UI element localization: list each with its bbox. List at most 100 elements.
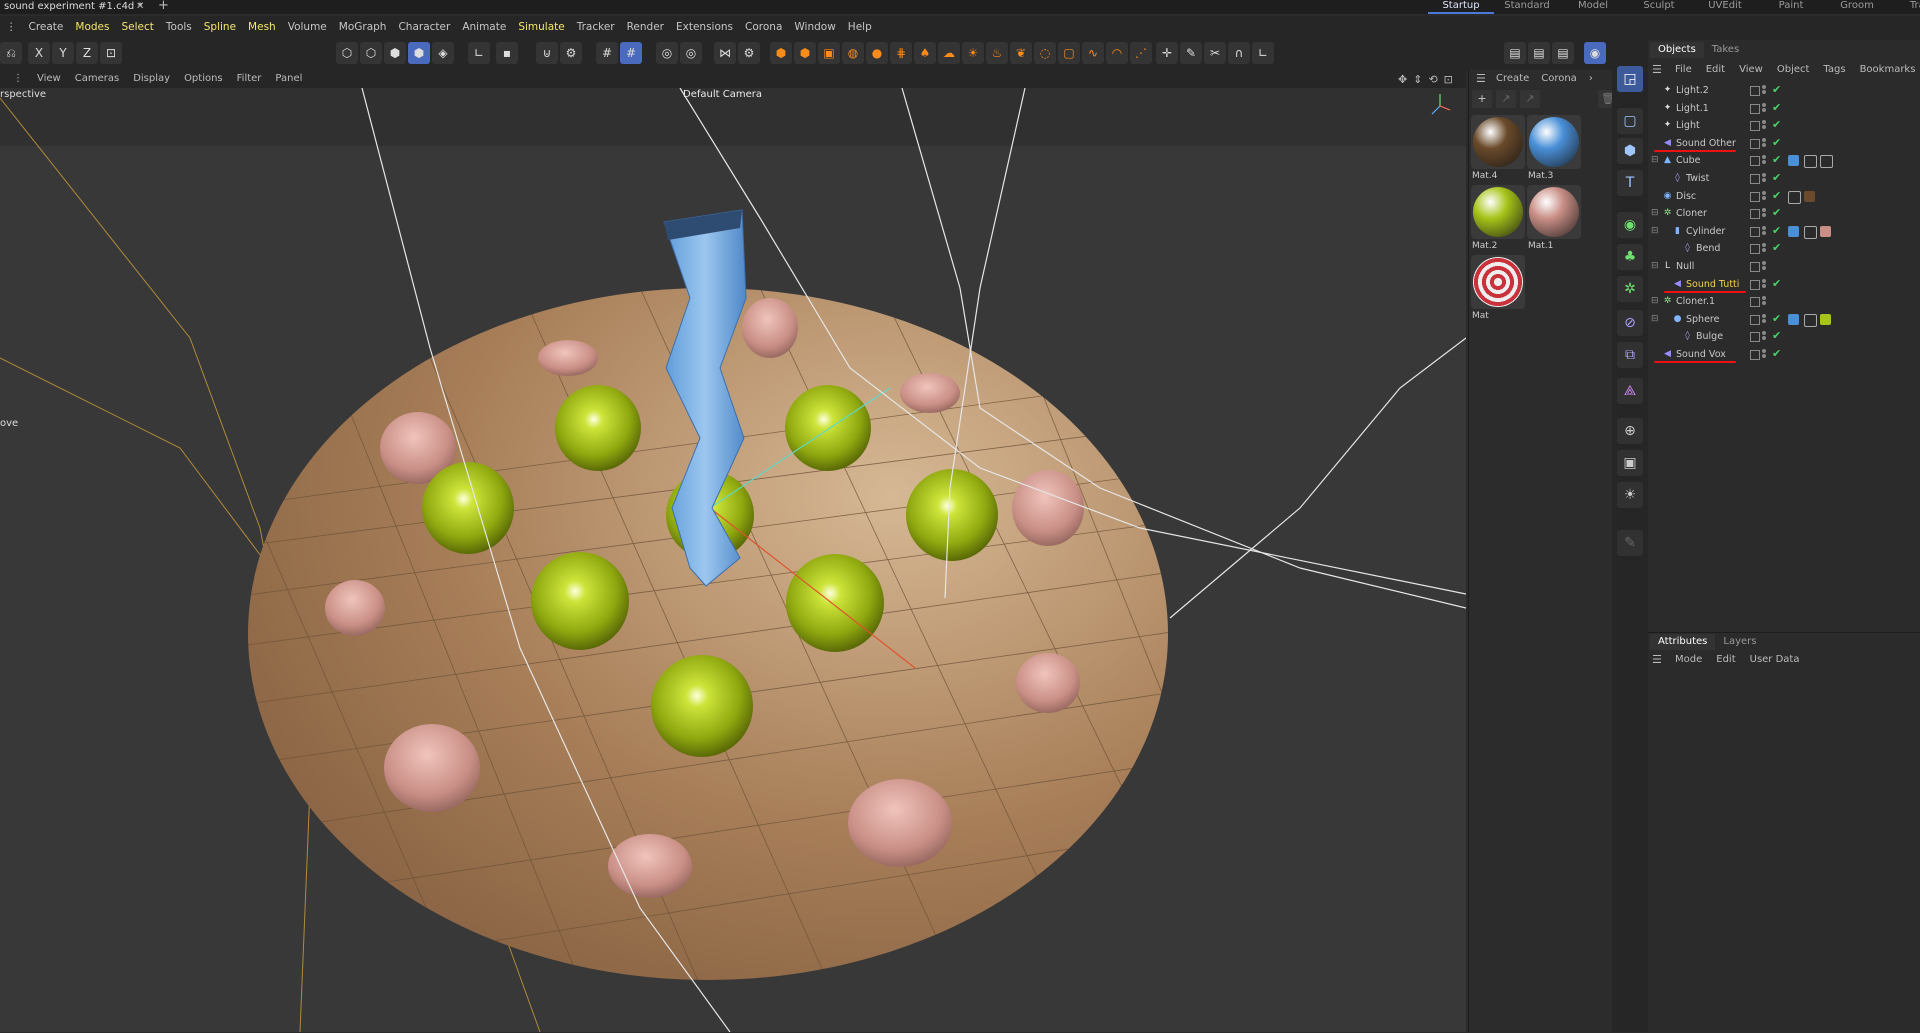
tag-icon[interactable] xyxy=(1788,190,1801,204)
layer-icon[interactable] xyxy=(1750,262,1760,272)
object-row-light-1[interactable]: ✦ Light.1 ✔ xyxy=(1650,101,1920,118)
material-swatch[interactable] xyxy=(1471,185,1525,239)
tag-icon[interactable] xyxy=(1788,313,1799,325)
layout-tab-track[interactable]: Track xyxy=(1890,0,1920,14)
brush-icon[interactable]: ✎ xyxy=(1180,42,1202,64)
axis-y-button[interactable]: Y xyxy=(52,42,74,64)
object-menu-file[interactable]: File xyxy=(1668,62,1699,78)
object-menu-edit[interactable]: Edit xyxy=(1699,62,1732,78)
enabled-check-icon[interactable]: ✔ xyxy=(1772,83,1781,96)
menu-mesh[interactable]: Mesh xyxy=(242,16,282,38)
menu-tools[interactable]: Tools xyxy=(160,16,198,38)
link-icon[interactable]: ↗ xyxy=(1496,90,1516,108)
arc-icon[interactable]: ◠ xyxy=(1106,42,1128,64)
spline-pen-icon[interactable]: ∿ xyxy=(1082,42,1104,64)
axis-mode-icon[interactable]: ∟ xyxy=(468,42,490,64)
enabled-check-icon[interactable]: ✔ xyxy=(1772,136,1781,149)
coordinate-system-icon[interactable]: ⊡ xyxy=(100,42,122,64)
material-menu-create[interactable]: Create xyxy=(1490,70,1535,88)
camera-object-icon[interactable]: ▣ xyxy=(818,42,840,64)
menu-tracker[interactable]: Tracker xyxy=(571,16,621,38)
enabled-check-icon[interactable]: ✔ xyxy=(1772,101,1781,114)
visibility-dots[interactable] xyxy=(1762,102,1766,115)
viewport-nav-icons[interactable]: ✥ ⇕ ⟲ ⊡ xyxy=(1398,70,1453,88)
settings-icon[interactable]: ⚙ xyxy=(738,42,760,64)
object-menu-tags[interactable]: Tags xyxy=(1816,62,1852,78)
layout-tab-uvedit[interactable]: UVEdit xyxy=(1692,0,1758,14)
expand-icon[interactable]: ⊟ xyxy=(1651,226,1659,236)
expand-icon[interactable]: ⊟ xyxy=(1651,261,1659,271)
visibility-dots[interactable] xyxy=(1762,349,1766,361)
tab-attributes[interactable]: Attributes xyxy=(1650,634,1716,650)
layer-icon[interactable] xyxy=(1750,244,1760,255)
grid-icon[interactable]: # xyxy=(596,42,618,64)
render-region-icon[interactable]: ◎ xyxy=(656,42,678,64)
material-swatch[interactable] xyxy=(1527,115,1581,169)
tab-objects[interactable]: Objects xyxy=(1650,42,1704,58)
dotted-spline-icon[interactable]: ⋰ xyxy=(1130,42,1152,64)
viewport-menu-cameras[interactable]: Cameras xyxy=(68,70,126,88)
add-material-icon[interactable]: + xyxy=(1472,90,1492,108)
hamburger-icon[interactable]: ☰ xyxy=(1476,70,1486,88)
close-document-icon[interactable]: ✕ xyxy=(136,0,144,14)
object-row-cloner-1[interactable]: ⊟ ✲ Cloner.1 xyxy=(1650,294,1920,311)
cloud-icon[interactable]: ☁ xyxy=(938,42,960,64)
spot-icon[interactable]: ● xyxy=(866,42,888,64)
layer-icon[interactable] xyxy=(1750,279,1760,290)
more-icon[interactable]: › xyxy=(1583,70,1599,88)
tag-icon[interactable] xyxy=(1788,225,1799,237)
camera-tool-icon[interactable]: ⟁ xyxy=(1617,378,1643,404)
leaf-icon[interactable]: ❦ xyxy=(1010,42,1032,64)
array-icon[interactable]: ⋕ xyxy=(890,42,912,64)
bezier-icon[interactable]: ∩ xyxy=(1228,42,1250,64)
layer-icon[interactable] xyxy=(1750,350,1760,360)
menu-spline[interactable]: Spline xyxy=(198,16,242,38)
attribute-menu-edit[interactable]: Edit xyxy=(1709,652,1742,668)
enable-snap-icon[interactable]: ⊍ xyxy=(536,42,558,64)
menu-extensions[interactable]: Extensions xyxy=(670,16,739,38)
layer-icon[interactable] xyxy=(1750,332,1760,343)
workplane-icon[interactable]: # xyxy=(620,42,642,64)
tag-icon[interactable] xyxy=(1804,225,1817,239)
unlink-icon[interactable]: ↗ xyxy=(1520,90,1540,108)
object-menu-view[interactable]: View xyxy=(1732,62,1770,78)
layer-icon[interactable] xyxy=(1750,174,1760,184)
layout-tab-model[interactable]: Model xyxy=(1560,0,1626,14)
tag-icon[interactable] xyxy=(1804,190,1815,202)
visibility-dots[interactable] xyxy=(1762,85,1766,97)
box-icon[interactable]: ▢ xyxy=(1058,42,1080,64)
hamburger-icon[interactable]: ☰ xyxy=(1652,62,1662,78)
render-settings-icon[interactable]: ▤ xyxy=(1552,42,1574,64)
viewport-menu-filter[interactable]: Filter xyxy=(230,70,269,88)
object-mode-icon[interactable]: ◲ xyxy=(1617,66,1643,92)
visibility-dots[interactable] xyxy=(1762,137,1766,150)
menu-simulate[interactable]: Simulate xyxy=(512,16,570,38)
layout-tab-groom[interactable]: Groom xyxy=(1824,0,1890,14)
menu-corona[interactable]: Corona xyxy=(739,16,788,38)
mograph-icon[interactable]: ♣ xyxy=(1617,244,1643,270)
enabled-check-icon[interactable]: ✔ xyxy=(1772,329,1781,342)
object-row-cylinder[interactable]: ⊟ ▮ Cylinder ✔ xyxy=(1650,224,1920,241)
paint-icon[interactable]: ✎ xyxy=(1617,530,1643,556)
flame-icon[interactable]: ♨ xyxy=(986,42,1008,64)
expand-icon[interactable]: ⊟ xyxy=(1651,296,1659,306)
object-row-twist[interactable]: ◊ Twist ✔ xyxy=(1650,171,1920,188)
texture-mode-icon[interactable]: ◈ xyxy=(432,42,454,64)
visibility-dots[interactable] xyxy=(1762,261,1766,273)
mirror-icon[interactable]: ⋈ xyxy=(714,42,736,64)
layer-icon[interactable] xyxy=(1750,86,1760,96)
visibility-dots[interactable] xyxy=(1762,173,1766,185)
new-document-icon[interactable]: + xyxy=(158,0,169,13)
enabled-check-icon[interactable]: ✔ xyxy=(1772,118,1781,131)
sky-icon[interactable]: ◌ xyxy=(1034,42,1056,64)
cloner-icon[interactable]: ♠ xyxy=(914,42,936,64)
orbit-icon[interactable]: ⟲ xyxy=(1428,73,1437,86)
object-row-bend[interactable]: ◊ Bend ✔ xyxy=(1650,241,1920,258)
enabled-check-icon[interactable]: ✔ xyxy=(1772,224,1781,237)
object-row-bulge[interactable]: ◊ Bulge ✔ xyxy=(1650,329,1920,346)
attribute-menu-mode[interactable]: Mode xyxy=(1668,652,1709,668)
object-row-light-2[interactable]: ✦ Light.2 ✔ xyxy=(1650,83,1920,100)
layer-icon[interactable] xyxy=(1750,297,1760,308)
menu-animate[interactable]: Animate xyxy=(456,16,512,38)
enabled-check-icon[interactable]: ✔ xyxy=(1772,277,1781,290)
